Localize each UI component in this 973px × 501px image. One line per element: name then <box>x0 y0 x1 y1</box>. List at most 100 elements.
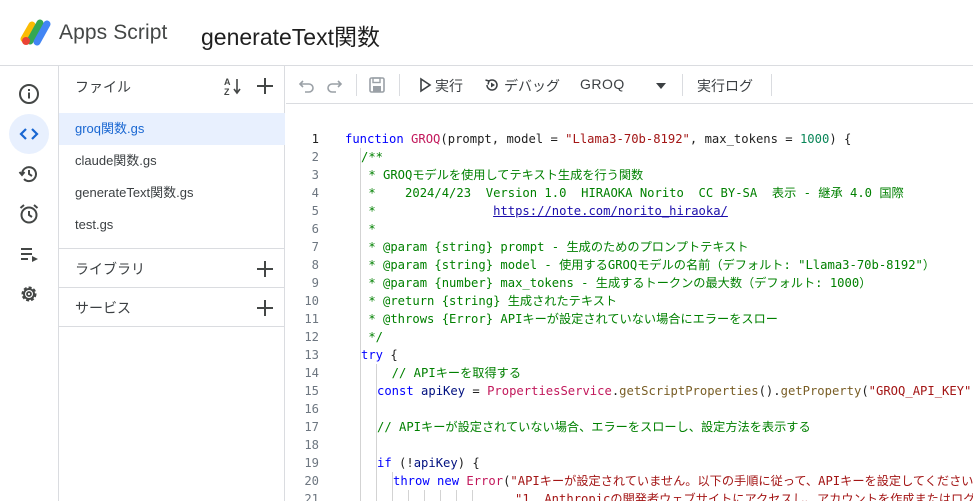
line-number: 7 <box>311 240 319 254</box>
toolbar-divider <box>682 74 683 96</box>
line-number: 17 <box>304 420 319 434</box>
editor-toolbar: 実行 デバッグ GROQ 実行ログ <box>286 66 973 104</box>
apps-script-logo[interactable] <box>20 17 52 47</box>
triggers-button[interactable] <box>9 194 49 234</box>
line-number: 14 <box>304 366 319 380</box>
info-icon <box>19 84 39 104</box>
settings-button[interactable] <box>9 274 49 314</box>
code-text: * GROQモデルを使用してテキスト生成を行う関数 <box>361 168 644 182</box>
code-line[interactable]: 21 "1. Anthropicの開発者ウェブサイトにアクセスし、アカウントを作成… <box>286 490 973 501</box>
files-header: ファイル A Z <box>59 66 285 104</box>
code-line[interactable]: 6 * <box>286 220 973 238</box>
save-icon[interactable] <box>367 75 387 95</box>
function-select-value: GROQ <box>580 76 625 92</box>
line-number: 15 <box>304 384 319 398</box>
file-item-claude[interactable]: claude関数.gs <box>59 145 285 177</box>
file-item-groq[interactable]: groq関数.gs <box>59 113 285 145</box>
files-panel: ファイル A Z groq関数.gs claude関数.gs generateT… <box>59 66 285 501</box>
files-title: ファイル <box>75 79 131 95</box>
indent-guide <box>376 472 377 490</box>
code-line[interactable]: 4 * 2024/4/23 Version 1.0 HIRAOKA Norito… <box>286 184 973 202</box>
executions-icon <box>21 248 38 262</box>
indent-guide <box>360 454 361 472</box>
undo-icon[interactable] <box>297 75 317 95</box>
indent-guide <box>360 490 361 501</box>
function-select[interactable]: GROQ <box>580 75 674 97</box>
file-item-generatetext[interactable]: generateText関数.gs <box>59 177 285 209</box>
editor-button[interactable] <box>9 114 49 154</box>
code-text: * @param {number} max_tokens - 生成するトークンの… <box>361 276 872 290</box>
alarm-icon <box>19 204 39 224</box>
code-line[interactable]: 11 * @throws {Error} APIキーが設定されていない場合にエラ… <box>286 310 973 328</box>
run-label: 実行 <box>435 78 463 94</box>
code-line[interactable]: 14 // APIキーを取得する <box>286 364 973 382</box>
code-text: * @param {string} prompt - 生成のためのプロンプトテキ… <box>361 240 749 254</box>
code-line[interactable]: 9 * @param {number} max_tokens - 生成するトーク… <box>286 274 973 292</box>
code-text: */ <box>361 330 384 344</box>
indent-guide <box>360 436 361 454</box>
code-line[interactable]: 20 throw new Error("APIキーが設定されていません。以下の手順… <box>286 472 973 490</box>
code-text: * @return {string} 生成されたテキスト <box>361 294 618 308</box>
code-icon <box>19 128 39 140</box>
code-line[interactable]: 12 */ <box>286 328 973 346</box>
line-number: 18 <box>304 438 319 452</box>
left-nav-rail <box>0 66 59 501</box>
indent-guide <box>360 400 361 418</box>
file-item-test[interactable]: test.gs <box>59 209 285 241</box>
indent-guide <box>360 364 361 382</box>
line-number: 5 <box>311 204 319 218</box>
code-text: * @throws {Error} APIキーが設定されていない場合にエラーをス… <box>361 312 778 326</box>
line-number: 6 <box>311 222 319 236</box>
code-line[interactable]: 2 /** <box>286 148 973 166</box>
top-bar: Apps Script generateText関数 <box>0 0 973 66</box>
code-text: * <box>361 222 376 236</box>
indent-guide <box>408 490 409 501</box>
add-service-icon[interactable] <box>253 296 277 320</box>
indent-guide <box>392 490 393 501</box>
line-number: 20 <box>304 474 319 488</box>
code-text: "1. Anthropicの開発者ウェブサイトにアクセスし、アカウントを作成また… <box>515 492 973 501</box>
line-number: 2 <box>311 150 319 164</box>
libraries-section[interactable]: ライブラリ <box>59 248 285 287</box>
sort-az-icon[interactable]: A Z <box>222 75 244 97</box>
code-line[interactable]: 16 <box>286 400 973 418</box>
add-file-icon[interactable] <box>253 74 277 98</box>
code-line[interactable]: 3 * GROQモデルを使用してテキスト生成を行う関数 <box>286 166 973 184</box>
line-number: 9 <box>311 276 319 290</box>
code-text: const apiKey = PropertiesService.getScri… <box>377 384 973 398</box>
executions-button[interactable] <box>9 234 49 274</box>
services-section[interactable]: サービス <box>59 287 285 326</box>
code-line[interactable]: 17 // APIキーが設定されていない場合、エラーをスローし、設定方法を表示する <box>286 418 973 436</box>
debug-button[interactable]: デバッグ <box>484 66 564 104</box>
code-line[interactable]: 19 if (!apiKey) { <box>286 454 973 472</box>
run-button[interactable]: 実行 <box>418 66 468 104</box>
code-text: /** <box>361 150 384 164</box>
redo-icon[interactable] <box>324 75 344 95</box>
code-editor[interactable]: 1 function GROQ(prompt, model = "Llama3-7… <box>286 105 973 501</box>
indent-guide <box>424 490 425 501</box>
code-line[interactable]: 8 * @param {string} model - 使用するGROQモデルの… <box>286 256 973 274</box>
history-button[interactable] <box>9 154 49 194</box>
code-line[interactable]: 10 * @return {string} 生成されたテキスト <box>286 292 973 310</box>
dropdown-arrow-icon <box>656 83 666 89</box>
code-line[interactable]: 7 * @param {string} prompt - 生成のためのプロンプト… <box>286 238 973 256</box>
code-line[interactable]: 15 const apiKey = PropertiesService.getSc… <box>286 382 973 400</box>
line-number: 1 <box>311 132 319 146</box>
libraries-label: ライブラリ <box>75 261 145 277</box>
app-name: Apps Script <box>59 21 168 44</box>
indent-guide <box>360 382 361 400</box>
line-number: 8 <box>311 258 319 272</box>
overview-button[interactable] <box>9 74 49 114</box>
play-icon <box>420 77 432 93</box>
code-text: * https://note.com/norito_hiraoka/ <box>361 204 728 218</box>
indent-guide <box>376 490 377 501</box>
code-line[interactable]: 18 <box>286 436 973 454</box>
execution-log-button[interactable]: 実行ログ <box>697 76 753 96</box>
add-library-icon[interactable] <box>253 257 277 281</box>
code-line[interactable]: 13 try { <box>286 346 973 364</box>
code-line[interactable]: 5 * https://note.com/norito_hiraoka/ <box>286 202 973 220</box>
project-title[interactable]: generateText関数 <box>201 18 380 52</box>
code-line[interactable]: 1 function GROQ(prompt, model = "Llama3-7… <box>286 130 973 148</box>
code-text: throw new Error("APIキーが設定されていません。以下の手順に従… <box>393 474 973 488</box>
toolbar-divider <box>771 74 772 96</box>
